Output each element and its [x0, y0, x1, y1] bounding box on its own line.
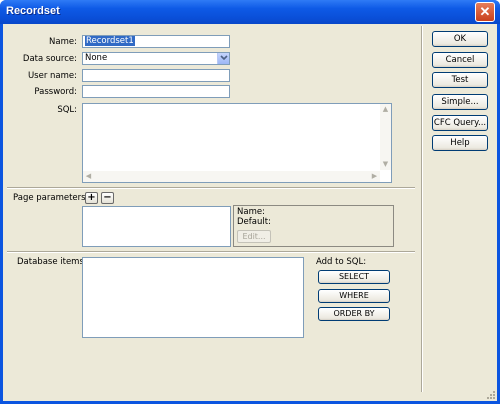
- sql-textarea[interactable]: ▲ ▼ ◀ ▶: [82, 103, 392, 183]
- test-button[interactable]: Test: [432, 72, 488, 88]
- chevron-down-icon: [220, 55, 228, 61]
- datasource-dropdown-button[interactable]: [217, 53, 229, 64]
- password-field[interactable]: [82, 85, 230, 98]
- dialog-body: Name: Recordset1 Data source: None User …: [3, 24, 497, 401]
- scroll-right-icon[interactable]: ▶: [370, 172, 379, 181]
- scroll-down-icon[interactable]: ▼: [381, 160, 390, 169]
- help-button[interactable]: Help: [432, 135, 488, 151]
- name-field[interactable]: Recordset1: [82, 35, 230, 48]
- datasource-value: None: [85, 53, 108, 63]
- add-parameter-button[interactable]: +: [85, 192, 98, 204]
- parameter-details-panel: Name: Default: Edit...: [233, 205, 394, 247]
- database-items-label: Database items:: [17, 257, 87, 267]
- where-button[interactable]: WHERE: [318, 289, 390, 303]
- parameter-default-label: Default:: [237, 217, 271, 227]
- simple-button[interactable]: Simple...: [432, 94, 488, 110]
- datasource-select[interactable]: None: [82, 52, 230, 65]
- cancel-button[interactable]: Cancel: [432, 52, 488, 68]
- database-items-tree[interactable]: [82, 257, 304, 338]
- recordset-dialog: Recordset ✕ Name: Recordset1 Data source…: [0, 0, 500, 404]
- add-to-sql-label: Add to SQL:: [316, 257, 367, 267]
- title-bar[interactable]: Recordset ✕: [0, 0, 500, 24]
- edit-parameter-button[interactable]: Edit...: [237, 230, 271, 243]
- username-label: User name:: [27, 71, 77, 81]
- name-label: Name:: [49, 37, 77, 47]
- select-button[interactable]: SELECT: [318, 270, 390, 284]
- parameter-name-label: Name:: [237, 207, 265, 217]
- order-by-button[interactable]: ORDER BY: [318, 307, 390, 321]
- minus-icon: −: [103, 192, 112, 203]
- sql-horizontal-scrollbar[interactable]: ◀ ▶: [83, 171, 380, 182]
- cfc-query-button[interactable]: CFC Query...: [432, 115, 488, 131]
- remove-parameter-button[interactable]: −: [101, 192, 114, 204]
- sql-label: SQL:: [57, 105, 77, 115]
- password-label: Password:: [34, 87, 77, 97]
- scroll-up-icon[interactable]: ▲: [381, 105, 390, 114]
- sql-vertical-scrollbar[interactable]: ▲ ▼: [380, 104, 391, 170]
- username-field[interactable]: [82, 69, 230, 82]
- plus-icon: +: [87, 192, 96, 203]
- close-icon: ✕: [479, 4, 491, 19]
- vertical-separator: [421, 26, 423, 392]
- name-value: Recordset1: [85, 36, 135, 46]
- ok-button[interactable]: OK: [432, 31, 488, 47]
- resize-grip-icon[interactable]: [485, 389, 495, 399]
- page-parameters-label: Page parameters:: [13, 193, 89, 203]
- separator-bottom: [7, 251, 415, 253]
- close-button[interactable]: ✕: [475, 2, 495, 22]
- scroll-left-icon[interactable]: ◀: [84, 172, 93, 181]
- datasource-label: Data source:: [22, 54, 77, 64]
- window-title: Recordset: [6, 5, 60, 17]
- separator-top: [7, 187, 415, 189]
- page-parameters-list[interactable]: [82, 206, 231, 247]
